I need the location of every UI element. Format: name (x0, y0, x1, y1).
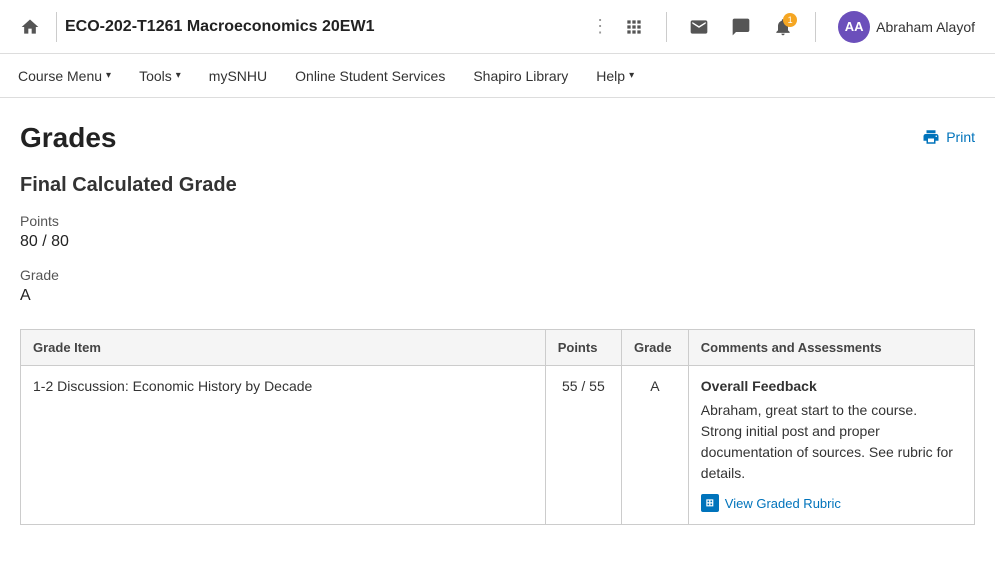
print-button[interactable]: Print (922, 128, 975, 146)
avatar-name: Abraham Alayof (876, 19, 975, 35)
col-header-comments: Comments and Assessments (688, 330, 974, 366)
user-avatar-button[interactable]: AA Abraham Alayof (830, 9, 983, 45)
chevron-down-icon: ▾ (176, 70, 181, 81)
nav-shapiro-library[interactable]: Shapiro Library (459, 54, 582, 98)
grade-item-comments: Overall Feedback Abraham, great start to… (688, 366, 974, 525)
chevron-down-icon: ▾ (629, 70, 634, 81)
home-button[interactable] (12, 9, 48, 45)
apps-button[interactable] (616, 9, 652, 45)
page-title: Grades (20, 122, 117, 154)
header-divider-3 (815, 12, 816, 42)
nav-online-student-services[interactable]: Online Student Services (281, 54, 459, 98)
table-header-row: Grade Item Points Grade Comments and Ass… (21, 330, 975, 366)
nav-course-menu[interactable]: Course Menu ▾ (4, 54, 125, 98)
rubric-link-label: View Graded Rubric (725, 496, 841, 511)
print-label: Print (946, 129, 975, 145)
grade-item-points: 55 / 55 (545, 366, 621, 525)
header-right-icons: ⋮ 1 AA Abraham Alayof (591, 9, 983, 45)
rubric-icon: ⊞ (701, 494, 719, 512)
view-rubric-link[interactable]: ⊞ View Graded Rubric (701, 494, 962, 512)
course-title: ECO-202-T1261 Macroeconomics 20EW1 (65, 18, 591, 36)
header-divider-2 (666, 12, 667, 42)
header-divider-1 (56, 12, 57, 42)
chevron-down-icon: ▾ (106, 70, 111, 81)
avatar: AA (838, 11, 870, 43)
points-label: Points (20, 213, 975, 229)
grade-item-grade: A (622, 366, 689, 525)
grade-value: A (20, 287, 975, 305)
table-row: 1-2 Discussion: Economic History by Deca… (21, 366, 975, 525)
notification-badge: 1 (783, 13, 797, 27)
section-title: Final Calculated Grade (20, 174, 975, 197)
col-header-grade: Grade (622, 330, 689, 366)
col-header-points: Points (545, 330, 621, 366)
more-options-icon[interactable]: ⋮ (591, 16, 610, 37)
grade-item-name: 1-2 Discussion: Economic History by Deca… (21, 366, 546, 525)
nav-help[interactable]: Help ▾ (582, 54, 648, 98)
feedback-label: Overall Feedback (701, 378, 962, 394)
points-section: Points 80 / 80 (20, 213, 975, 251)
nav-tools[interactable]: Tools ▾ (125, 54, 195, 98)
top-header: ECO-202-T1261 Macroeconomics 20EW1 ⋮ 1 (0, 0, 995, 54)
nav-mysnhu[interactable]: mySNHU (195, 54, 281, 98)
points-value: 80 / 80 (20, 233, 975, 251)
col-header-grade-item: Grade Item (21, 330, 546, 366)
chat-button[interactable] (723, 9, 759, 45)
main-content: Grades Print Final Calculated Grade Poin… (0, 98, 995, 549)
notifications-button[interactable]: 1 (765, 9, 801, 45)
grade-table: Grade Item Points Grade Comments and Ass… (20, 329, 975, 525)
nav-bar: Course Menu ▾ Tools ▾ mySNHU Online Stud… (0, 54, 995, 98)
grade-section: Grade A (20, 267, 975, 305)
grade-label: Grade (20, 267, 975, 283)
grades-header: Grades Print (20, 122, 975, 154)
mail-button[interactable] (681, 9, 717, 45)
feedback-text: Abraham, great start to the course. Stro… (701, 400, 962, 484)
